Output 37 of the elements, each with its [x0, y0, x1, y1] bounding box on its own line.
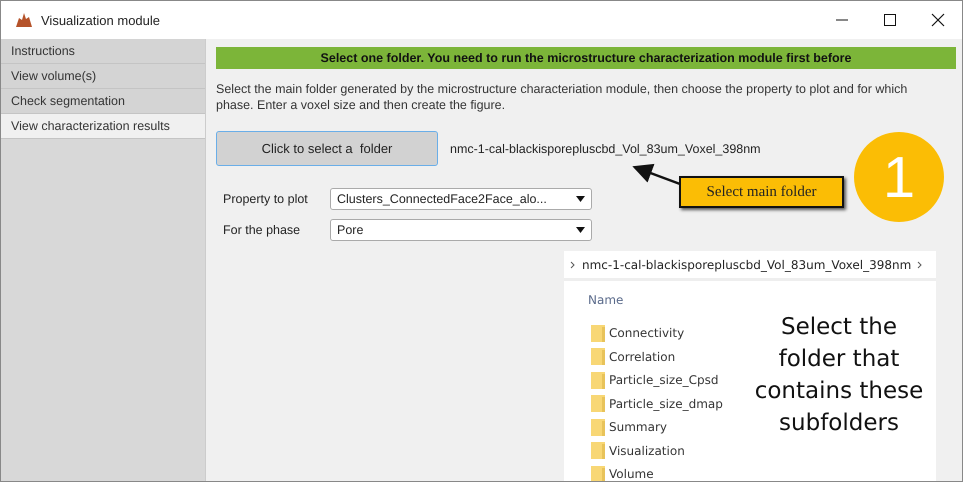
select-folder-button[interactable]: Click to select a folder	[216, 131, 438, 166]
sidebar-item[interactable]: View volume(s)	[1, 64, 205, 89]
selected-folder-path: nmc-1-cal-blackisporepluscbd_Vol_83um_Voxel_398nm	[450, 142, 761, 156]
folder-icon	[591, 395, 605, 412]
folder-name[interactable]: Volume	[609, 467, 654, 481]
name-column-header[interactable]: Name	[588, 293, 936, 307]
description-text: Select the main folder generated by the microstructure characteriation module, then choose the property to plot and for which phase. Enter a voxel size and then create the figure.	[216, 81, 908, 113]
chevron-icon[interactable]	[917, 260, 924, 268]
dropdown[interactable]: Clusters_ConnectedFace2Face_alo...	[330, 188, 592, 210]
sidebar-item[interactable]: Check segmentation	[1, 89, 205, 114]
chevron-icon	[570, 260, 576, 268]
instruction-banner: Select one folder. You need to run the microstructure characterization module first before	[216, 47, 956, 69]
field-label: For the phase	[223, 223, 302, 237]
folder-icon	[591, 324, 605, 342]
callout-label: Select main folder	[679, 176, 844, 208]
folder-icon	[591, 418, 605, 436]
folder-name[interactable]: Correlation	[609, 350, 676, 364]
sidebar-item[interactable]: Instructions	[1, 39, 205, 64]
window-title: Visualization module	[41, 12, 160, 28]
folder-icon	[591, 348, 605, 366]
folder-name[interactable]: Connectivity	[609, 326, 684, 340]
dropdown-arrow-icon	[576, 196, 585, 202]
app-icon	[15, 12, 33, 28]
annotation-note: Select the folder that contains these subfolders	[754, 313, 924, 438]
folder-icon	[591, 372, 605, 389]
field-label: Property to plot	[223, 192, 309, 206]
sidebar-item[interactable]: View characterization results	[1, 114, 205, 139]
folder-icon	[591, 466, 605, 481]
dropdown-arrow-icon	[576, 227, 585, 233]
folder-name[interactable]: Summary	[609, 420, 667, 434]
folder-name[interactable]: Particle_size_Cpsd	[609, 373, 718, 388]
folder-path: nmc-1-cal-blackisporepluscbd_Vol_83um_Voxel_398nm	[582, 258, 912, 272]
arrow	[631, 163, 681, 187]
folder-icon	[591, 442, 605, 460]
folder-name[interactable]: Particle_size_dmap	[609, 396, 723, 411]
folder-name[interactable]: Visualization	[609, 444, 685, 458]
dropdown[interactable]: Pore	[330, 219, 592, 241]
